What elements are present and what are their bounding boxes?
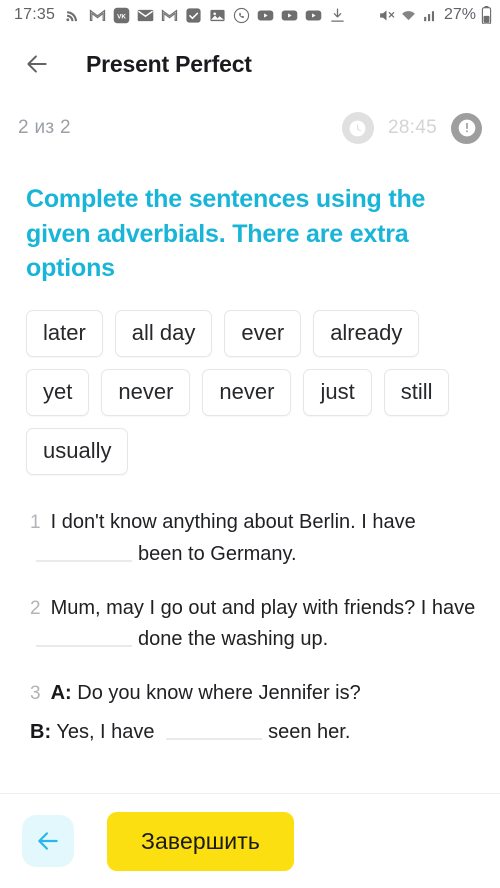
question-text-part: Yes, I have <box>56 721 155 744</box>
option-chips: later all day ever already yet never nev… <box>0 286 500 476</box>
mute-icon <box>378 7 395 24</box>
answer-blank[interactable] <box>36 540 132 562</box>
arrow-left-icon <box>38 832 58 850</box>
option-chip[interactable]: usually <box>26 428 129 476</box>
exercise-instruction: Complete the sentences using the given a… <box>26 185 426 282</box>
option-chip[interactable]: already <box>313 309 420 357</box>
battery-icon <box>481 6 492 24</box>
youtube-icon-2 <box>281 7 298 24</box>
option-chip[interactable]: all day <box>114 309 213 357</box>
svg-text:VK: VK <box>117 13 126 20</box>
question-number: 2 <box>30 597 41 619</box>
progress-row: 2 из 2 28:45 <box>0 104 500 152</box>
question-item: 1 I don't know anything about Berlin. I h… <box>30 507 476 570</box>
status-bar: 17:35 VK 27% <box>0 0 500 30</box>
progress-right-group: 28:45 <box>341 112 482 144</box>
status-notification-icons: VK <box>65 7 346 24</box>
viber-icon <box>233 7 250 24</box>
question-line: 1 I don't know anything about Berlin. I h… <box>30 507 476 570</box>
option-chip[interactable]: ever <box>224 309 302 357</box>
signal-icon <box>422 7 439 24</box>
previous-question-button[interactable] <box>22 815 74 867</box>
option-chip[interactable]: still <box>383 368 450 417</box>
status-time: 17:35 <box>14 6 56 23</box>
question-line: 3 A: Do you know where Jennifer is? <box>30 678 476 710</box>
question-item: 2 Mum, may I go out and play with friends… <box>30 593 476 656</box>
finish-button[interactable]: Завершить <box>107 811 294 871</box>
question-list: 1 I don't know anything about Berlin. I h… <box>0 475 500 749</box>
gmail-outline-icon <box>89 7 106 24</box>
question-counter: 2 из 2 <box>18 117 71 138</box>
option-chip[interactable]: yet <box>26 368 90 417</box>
answer-blank[interactable] <box>36 625 132 648</box>
battery-percent: 27% <box>443 6 476 23</box>
youtube-icon <box>257 7 274 24</box>
clock-icon <box>341 112 374 144</box>
question-text-part: have <box>431 596 476 619</box>
option-chip[interactable]: just <box>303 368 372 417</box>
download-icon <box>329 7 346 24</box>
bottom-bar: Завершить <box>0 794 500 888</box>
exclamation-icon[interactable] <box>451 112 482 144</box>
option-chip[interactable]: never <box>101 368 191 417</box>
rss-icon <box>65 7 82 24</box>
option-chip[interactable]: never <box>202 368 292 417</box>
question-text-part: Mum, may I go out and play with friends?… <box>50 596 427 619</box>
answer-blank[interactable] <box>166 718 263 741</box>
mail-icon <box>137 7 154 24</box>
question-text-part: I don't know anything about Berlin. I ha… <box>50 511 416 534</box>
question-number: 1 <box>30 512 41 534</box>
speaker-label-a: A: <box>50 681 72 704</box>
vk-icon: VK <box>113 7 130 24</box>
exercise-content: Complete the sentences using the given a… <box>0 160 500 793</box>
option-chip[interactable]: later <box>26 309 103 357</box>
question-text-part: done the washing up. <box>138 628 329 651</box>
youtube-icon-3 <box>305 7 322 24</box>
speaker-label-b: B: <box>30 721 52 744</box>
question-text-part: seen her. <box>268 721 351 744</box>
app-header: Present Perfect <box>0 36 500 92</box>
header-back-button[interactable] <box>12 39 62 89</box>
app-root: 17:35 VK 27% Present Perfect 2 из 2 28:4… <box>0 0 500 888</box>
question-line: 2 Mum, may I go out and play with friends… <box>30 593 476 656</box>
timer-text: 28:45 <box>387 117 437 138</box>
arrow-left-icon <box>27 55 47 73</box>
wifi-icon <box>400 7 417 24</box>
question-line: B: Yes, I have seen her. <box>30 717 476 749</box>
photo-icon <box>209 7 226 24</box>
status-system-icons: 27% <box>378 6 492 24</box>
question-number: 3 <box>30 682 41 704</box>
question-text-part: been to Germany. <box>138 542 297 565</box>
question-item: 3 A: Do you know where Jennifer is? B: Ye… <box>30 678 476 749</box>
gmail-icon <box>161 7 178 24</box>
checkbox-icon <box>185 7 202 24</box>
question-text-part: Do you know where Jennifer is? <box>77 681 361 704</box>
page-title: Present Perfect <box>86 50 252 77</box>
